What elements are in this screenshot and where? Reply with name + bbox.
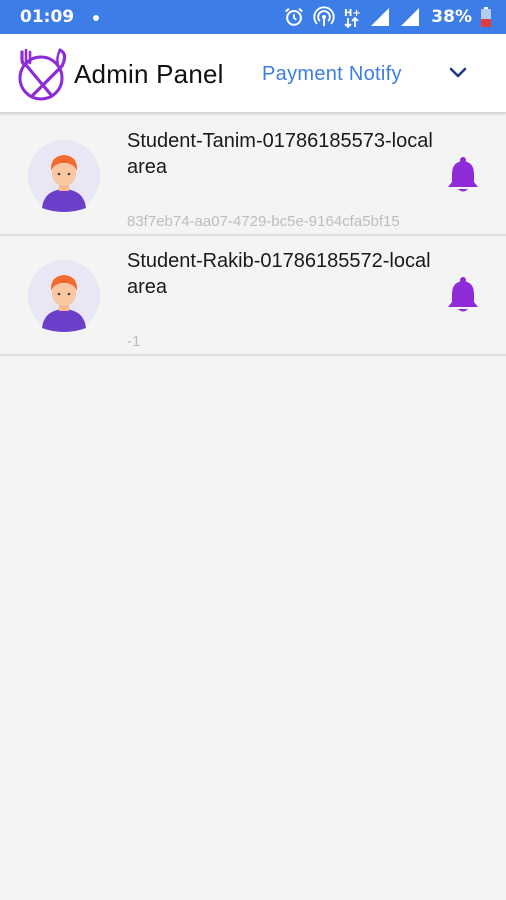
student-avatar-icon: [28, 260, 100, 332]
battery-level: 38%: [431, 7, 472, 27]
student-avatar-icon: [28, 140, 100, 212]
notification-dot-icon: [93, 15, 99, 21]
hotspot-icon: [313, 6, 335, 27]
signal-icon: [401, 8, 420, 26]
notification-id: 83f7eb74-aa07-4729-bc5e-9164cfa5bf15: [127, 213, 400, 230]
app-title: Admin Panel: [74, 59, 224, 89]
status-icons: H+ 38%: [283, 5, 492, 29]
notification-title: Student-Tanim-01786185573-local area: [127, 130, 433, 178]
list-item[interactable]: Student-Rakib-01786185572-local area -1: [0, 236, 506, 356]
fork-knife-logo-icon: [18, 48, 67, 101]
data-arrows-icon: H+: [344, 8, 361, 29]
notification-id: -1: [127, 333, 141, 350]
battery-icon: [481, 7, 491, 27]
notification-list: Student-Tanim-01786185573-local area 83f…: [0, 116, 506, 356]
app-bar: Admin Panel Payment Notify: [0, 34, 506, 114]
alarm-icon: [285, 7, 304, 26]
status-time: 01:09: [20, 7, 75, 27]
signal-icon: [371, 8, 390, 26]
svg-text:H+: H+: [344, 8, 361, 19]
list-item[interactable]: Student-Tanim-01786185573-local area 83f…: [0, 116, 506, 236]
status-bar: 01:09 H+ 38%: [0, 0, 506, 34]
page-selector-dropdown[interactable]: Payment Notify: [262, 63, 402, 86]
bell-icon[interactable]: [446, 276, 480, 314]
notification-title: Student-Rakib-01786185572-local area: [127, 250, 431, 298]
bell-icon[interactable]: [446, 156, 480, 194]
chevron-down-icon[interactable]: [448, 66, 468, 80]
